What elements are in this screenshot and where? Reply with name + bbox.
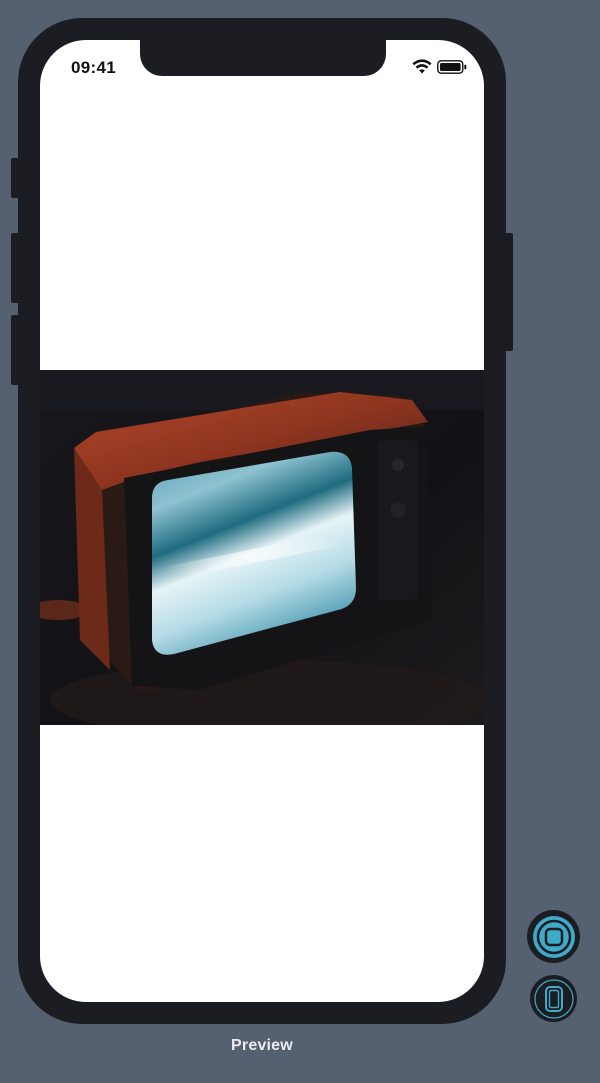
device-icon: [533, 978, 574, 1019]
notch: [140, 40, 386, 76]
preview-label: Preview: [231, 1037, 293, 1054]
retro-tv-photo: [40, 370, 484, 725]
device-toggle-button[interactable]: [530, 975, 577, 1022]
battery-icon: [437, 60, 467, 74]
status-time: 09:41: [71, 58, 116, 77]
device-screen: 09:41: [40, 40, 484, 1002]
wifi-icon: [412, 59, 432, 74]
home-button-icon: [532, 915, 575, 958]
preview-canvas: 09:41 Preview: [0, 0, 600, 1083]
power-button: [505, 233, 513, 351]
device-frame: 09:41: [18, 18, 506, 1024]
home-button[interactable]: [527, 910, 580, 963]
